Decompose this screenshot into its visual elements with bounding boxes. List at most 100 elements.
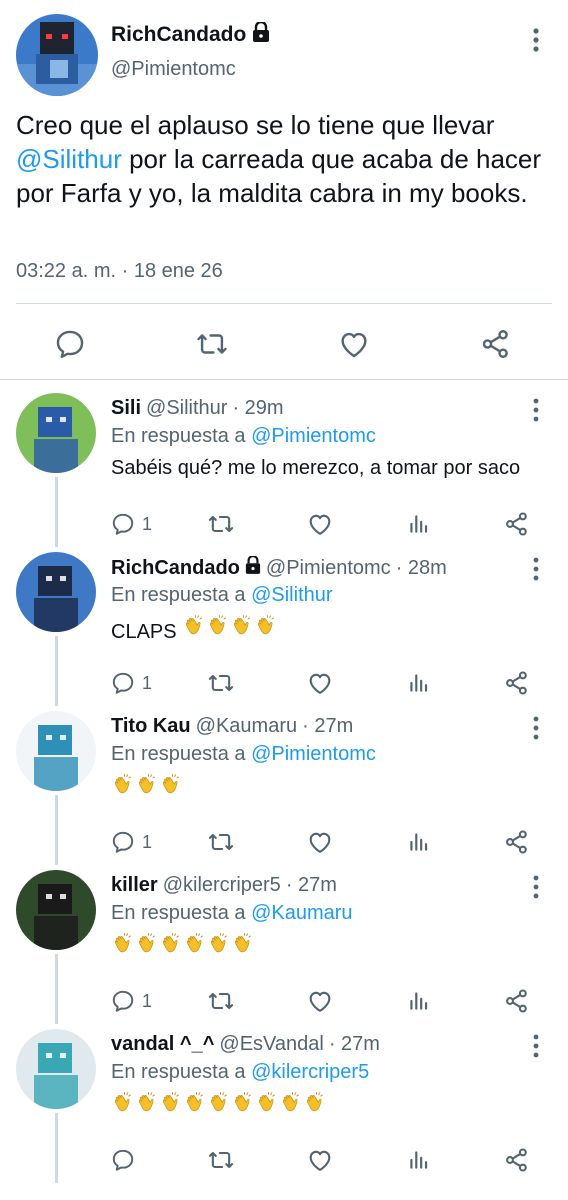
clap-emoji-icon: [111, 773, 135, 805]
reply-time[interactable]: · 27m: [302, 715, 353, 738]
reply-tweet[interactable]: vandal ^_^ @EsVandal · 27m En respuesta …: [0, 1021, 568, 1183]
in-reply-label: En respuesta a: [111, 902, 246, 924]
retweet-icon[interactable]: [192, 322, 232, 366]
clap-emoji-icon: [111, 932, 135, 964]
more-options-icon[interactable]: [524, 556, 548, 582]
in-reply-mention[interactable]: @kilercriper5: [251, 1061, 369, 1083]
clap-emoji-icon: [206, 614, 230, 646]
reply-icon[interactable]: 1: [110, 509, 152, 539]
clap-emojis: [182, 615, 278, 643]
more-options-icon[interactable]: [524, 874, 548, 900]
share-icon[interactable]: [503, 986, 531, 1016]
in-reply-label: En respuesta a: [111, 1061, 246, 1083]
reply-tweet[interactable]: RichCandado @Pimientomc · 28m En respues…: [0, 544, 568, 706]
avatar[interactable]: [16, 393, 96, 473]
retweet-icon[interactable]: [207, 986, 235, 1016]
reply-author-handle[interactable]: @Silithur: [146, 397, 227, 420]
tweet-text: Creo que el aplauso se lo tiene que llev…: [16, 108, 561, 210]
more-options-icon[interactable]: [524, 715, 548, 741]
reply-tweet[interactable]: Sili @Silithur · 29m En respuesta a @Pim…: [0, 385, 568, 547]
share-icon[interactable]: [476, 322, 516, 366]
reply-author-name[interactable]: RichCandado: [111, 557, 240, 580]
share-icon[interactable]: [503, 1145, 531, 1175]
in-reply-to: En respuesta a @Silithur: [111, 584, 333, 607]
reply-actions: 1: [0, 509, 568, 539]
reply-icon[interactable]: [110, 1145, 142, 1175]
reply-author-handle[interactable]: @Kaumaru: [196, 715, 297, 738]
reply-count: 1: [142, 672, 153, 693]
share-icon[interactable]: [503, 668, 531, 698]
reply-time[interactable]: · 29m: [232, 397, 283, 420]
analytics-icon[interactable]: [406, 668, 432, 698]
in-reply-mention[interactable]: @Silithur: [251, 584, 332, 606]
analytics-icon[interactable]: [406, 827, 432, 857]
lock-icon: [252, 20, 270, 48]
reply-text-content: CLAPS: [111, 621, 177, 643]
reply-icon[interactable]: 1: [110, 668, 152, 698]
retweet-icon[interactable]: [207, 827, 235, 857]
clap-emoji-icon: [279, 1091, 303, 1123]
clap-emoji-icon: [231, 1091, 255, 1123]
clap-emoji-icon: [135, 1091, 159, 1123]
avatar[interactable]: [16, 1029, 96, 1109]
clap-emojis: [111, 774, 183, 802]
reply-time[interactable]: · 27m: [286, 874, 337, 897]
reply-author-name[interactable]: Tito Kau: [111, 715, 191, 738]
reply-author-handle[interactable]: @EsVandal: [219, 1033, 323, 1056]
reply-text-content: Sabéis qué? me lo merezco, a tomar por s…: [111, 457, 521, 479]
like-icon[interactable]: [306, 668, 334, 698]
avatar[interactable]: [16, 711, 96, 791]
reply-icon[interactable]: [50, 322, 90, 366]
reply-count: 1: [142, 990, 153, 1011]
more-options-icon[interactable]: [524, 397, 548, 423]
reply-icon[interactable]: 1: [110, 986, 152, 1016]
mention-link[interactable]: @Silithur: [16, 144, 122, 174]
in-reply-label: En respuesta a: [111, 425, 246, 447]
author-handle[interactable]: @Pimientomc: [111, 58, 236, 81]
more-options-icon[interactable]: [524, 26, 548, 54]
reply-text: [111, 1091, 521, 1123]
tweet-timestamp[interactable]: 03:22 a. m. · 18 ene 26: [16, 260, 223, 283]
clap-emoji-icon: [183, 1091, 207, 1123]
clap-emoji-icon: [182, 614, 206, 646]
analytics-icon[interactable]: [406, 509, 432, 539]
in-reply-mention[interactable]: @Pimientomc: [251, 425, 376, 447]
reply-tweet[interactable]: killer @kilercriper5 · 27m En respuesta …: [0, 862, 568, 1024]
reply-author-name[interactable]: killer: [111, 874, 158, 897]
like-icon[interactable]: [306, 827, 334, 857]
retweet-icon[interactable]: [207, 1145, 235, 1175]
like-icon[interactable]: [306, 1145, 334, 1175]
in-reply-mention[interactable]: @Pimientomc: [251, 743, 376, 765]
analytics-icon[interactable]: [406, 1145, 432, 1175]
reply-header: Sili @Silithur · 29m: [111, 397, 284, 420]
author-name[interactable]: RichCandado: [111, 20, 270, 48]
in-reply-label: En respuesta a: [111, 743, 246, 765]
reply-actions: 1: [0, 986, 568, 1016]
reply-author-handle[interactable]: @Pimientomc: [266, 557, 391, 580]
reply-text: Sabéis qué? me lo merezco, a tomar por s…: [111, 455, 521, 482]
reply-author-name[interactable]: vandal ^_^: [111, 1033, 214, 1056]
avatar[interactable]: [16, 552, 96, 632]
reply-time[interactable]: · 28m: [396, 557, 447, 580]
reply-author-name[interactable]: Sili: [111, 397, 141, 420]
share-icon[interactable]: [503, 827, 531, 857]
reply-tweet[interactable]: Tito Kau @Kaumaru · 27m En respuesta a @…: [0, 703, 568, 865]
avatar[interactable]: [16, 14, 98, 96]
divider: [16, 303, 552, 304]
avatar[interactable]: [16, 870, 96, 950]
in-reply-mention[interactable]: @Kaumaru: [251, 902, 352, 924]
like-icon[interactable]: [306, 986, 334, 1016]
reply-icon[interactable]: 1: [110, 827, 152, 857]
reply-author-handle[interactable]: @kilercriper5: [163, 874, 281, 897]
analytics-icon[interactable]: [406, 986, 432, 1016]
like-icon[interactable]: [306, 509, 334, 539]
reply-text: [111, 932, 521, 964]
retweet-icon[interactable]: [207, 509, 235, 539]
clap-emoji-icon: [135, 932, 159, 964]
more-options-icon[interactable]: [524, 1033, 548, 1059]
author-name-text[interactable]: RichCandado: [111, 23, 246, 47]
retweet-icon[interactable]: [207, 668, 235, 698]
like-icon[interactable]: [334, 322, 374, 366]
share-icon[interactable]: [503, 509, 531, 539]
reply-time[interactable]: · 27m: [329, 1033, 380, 1056]
